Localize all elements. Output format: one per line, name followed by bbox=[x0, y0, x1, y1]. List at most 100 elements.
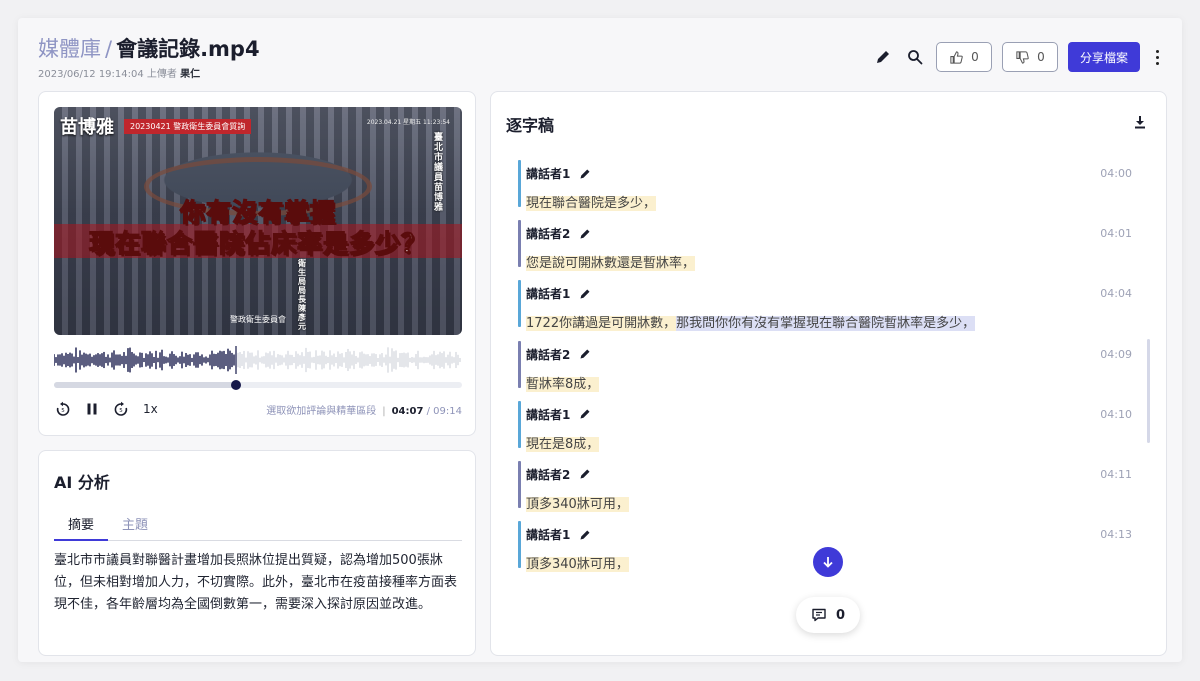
edit-speaker-icon[interactable] bbox=[579, 529, 591, 541]
edit-speaker-icon[interactable] bbox=[579, 288, 591, 300]
segment-header: 講話者2 bbox=[526, 466, 591, 483]
segment-text[interactable]: 頂多340牀可用， bbox=[526, 493, 629, 512]
thumbs-up-icon bbox=[950, 50, 963, 64]
segment-header: 講話者1 bbox=[526, 526, 591, 543]
transcript-segment[interactable]: 講話者1 04:00 現在聯合醫院是多少， bbox=[518, 152, 1132, 212]
edit-speaker-icon[interactable] bbox=[579, 408, 591, 420]
arrow-down-icon bbox=[823, 557, 833, 568]
segment-text-active: 那我問你你有沒有掌握現在聯合醫院暫牀率是多少， bbox=[676, 316, 976, 332]
segment-time[interactable]: 04:13 bbox=[1100, 528, 1132, 541]
segment-text-main: 頂多340牀可用， bbox=[526, 496, 629, 512]
video-badge: 苗博雅 bbox=[60, 117, 114, 138]
transcript-panel: 逐字稿 講話者1 04:00 現在聯合醫院是多少， 講話者2 04:01 您是說… bbox=[490, 91, 1167, 656]
segment-header: 講話者2 bbox=[526, 225, 591, 242]
speaker-name[interactable]: 講話者2 bbox=[526, 346, 570, 363]
breadcrumb-media-library[interactable]: 媒體庫 bbox=[38, 37, 101, 61]
svg-text:5: 5 bbox=[119, 408, 123, 414]
like-button[interactable]: 0 bbox=[935, 42, 992, 72]
segment-text-main: 1722你講過是可開牀數， bbox=[526, 316, 677, 332]
time-divider: | bbox=[382, 405, 386, 417]
segment-text-main: 現在聯合醫院是多少， bbox=[526, 196, 657, 211]
uploader-name: 果仁 bbox=[180, 69, 201, 80]
upload-time: 2023/06/12 19:14:04 bbox=[38, 69, 144, 80]
dislike-count: 0 bbox=[1037, 50, 1045, 64]
segment-text-main: 您是說可開牀數還是暫牀率， bbox=[526, 256, 696, 272]
svg-text:5: 5 bbox=[61, 408, 65, 414]
segment-time[interactable]: 04:09 bbox=[1100, 348, 1132, 361]
tab-summary[interactable]: 摘要 bbox=[54, 515, 109, 541]
video-footer: 警政衛生委員會 bbox=[230, 315, 286, 324]
segment-header: 講話者2 bbox=[526, 346, 591, 363]
file-name: 會議記錄.mp4 bbox=[116, 37, 260, 61]
video-caption-line2: 現在聯合醫院佔床率是多少？ bbox=[88, 228, 427, 258]
upload-meta: 2023/06/12 19:14:04 上傳者 果仁 bbox=[38, 65, 200, 80]
segment-text[interactable]: 暫牀率8成， bbox=[526, 373, 600, 392]
seek-handle[interactable] bbox=[230, 380, 241, 390]
segment-text[interactable]: 現在聯合醫院是多少， bbox=[526, 192, 657, 211]
player-controls: 5 5 1x 選取欲加評論與精華區段 | 04:07 / 09:14 bbox=[54, 398, 462, 420]
segment-text[interactable]: 現在是8成， bbox=[526, 433, 600, 452]
forward-icon[interactable]: 5 bbox=[112, 400, 130, 418]
transcript-segment[interactable]: 講話者2 04:11 頂多340牀可用， bbox=[518, 453, 1132, 513]
edit-speaker-icon[interactable] bbox=[579, 468, 591, 480]
segment-text[interactable]: 您是說可開牀數還是暫牀率， bbox=[526, 252, 696, 272]
search-icon[interactable] bbox=[904, 46, 926, 68]
pencil-icon[interactable] bbox=[872, 46, 894, 68]
segment-header: 講話者1 bbox=[526, 285, 591, 302]
transcript-list: 講話者1 04:00 現在聯合醫院是多少， 講話者2 04:01 您是說可開牀數… bbox=[518, 152, 1132, 582]
segment-time[interactable]: 04:11 bbox=[1100, 468, 1132, 481]
rewind-icon[interactable]: 5 bbox=[54, 400, 72, 418]
time-readout: 選取欲加評論與精華區段 | 04:07 / 09:14 bbox=[266, 402, 462, 417]
scroll-to-current-button[interactable] bbox=[813, 547, 843, 577]
speaker-name[interactable]: 講話者1 bbox=[526, 526, 570, 543]
audio-waveform[interactable] bbox=[54, 346, 462, 374]
speaker-name[interactable]: 講話者2 bbox=[526, 225, 570, 242]
segment-time[interactable]: 04:10 bbox=[1100, 408, 1132, 421]
tab-topics[interactable]: 主題 bbox=[108, 515, 162, 541]
thumbs-down-icon bbox=[1016, 50, 1029, 64]
transcript-segment[interactable]: 講話者1 04:10 現在是8成， bbox=[518, 393, 1132, 453]
like-count: 0 bbox=[971, 50, 979, 64]
speaker-name[interactable]: 講話者2 bbox=[526, 466, 570, 483]
select-segment-hint[interactable]: 選取欲加評論與精華區段 bbox=[266, 406, 376, 417]
edit-speaker-icon[interactable] bbox=[579, 228, 591, 240]
current-time: 04:07 bbox=[391, 405, 424, 417]
dislike-button[interactable]: 0 bbox=[1001, 42, 1058, 72]
page-title: 媒體庫 / 會議記錄.mp4 bbox=[38, 33, 260, 63]
edit-speaker-icon[interactable] bbox=[579, 168, 591, 180]
edit-speaker-icon[interactable] bbox=[579, 348, 591, 360]
speaker-name[interactable]: 講話者1 bbox=[526, 165, 570, 182]
app-window: 媒體庫 / 會議記錄.mp4 2023/06/12 19:14:04 上傳者 果仁 … bbox=[18, 18, 1182, 662]
ai-summary-text: 臺北市市議員對聯醫計畫增加長照牀位提出質疑，認為增加500張牀位，但未相對增加人… bbox=[54, 553, 458, 612]
transcript-segment[interactable]: 講話者2 04:09 暫牀率8成， bbox=[518, 333, 1132, 393]
ai-analysis-panel: AI 分析 摘要 主題 臺北市市議員對聯醫計畫增加長照牀位提出質疑，認為增加50… bbox=[38, 450, 476, 656]
video-frame[interactable]: 苗博雅 20230421 警政衛生委員會質詢 2023.04.21 星期五 11… bbox=[54, 107, 462, 335]
comments-button[interactable]: 0 bbox=[796, 597, 860, 633]
transcript-segment[interactable]: 講話者1 04:04 1722你講過是可開牀數，那我問你你有沒有掌握現在聯合醫院… bbox=[518, 272, 1132, 332]
segment-time[interactable]: 04:00 bbox=[1100, 167, 1132, 180]
segment-text-main: 現在是8成， bbox=[526, 436, 600, 452]
media-player: 苗博雅 20230421 警政衛生委員會質詢 2023.04.21 星期五 11… bbox=[38, 91, 476, 436]
segment-header: 講話者1 bbox=[526, 406, 591, 423]
video-date: 2023.04.21 星期五 11:23:54 bbox=[366, 119, 450, 126]
ai-analysis-title: AI 分析 bbox=[54, 473, 110, 492]
segment-text[interactable]: 1722你講過是可開牀數，那我問你你有沒有掌握現在聯合醫院暫牀率是多少， bbox=[526, 312, 976, 332]
segment-time[interactable]: 04:04 bbox=[1100, 287, 1132, 300]
seek-bar[interactable] bbox=[54, 380, 462, 390]
download-icon[interactable] bbox=[1132, 114, 1148, 130]
transcript-scrollbar[interactable] bbox=[1147, 339, 1150, 443]
segment-text[interactable]: 頂多340牀可用， bbox=[526, 553, 629, 573]
speaker-name[interactable]: 講話者1 bbox=[526, 285, 570, 302]
pause-icon[interactable] bbox=[83, 400, 101, 418]
comment-count: 0 bbox=[835, 607, 846, 623]
speaker-name[interactable]: 講話者1 bbox=[526, 406, 570, 423]
segment-header: 講話者1 bbox=[526, 165, 591, 182]
comment-icon bbox=[812, 608, 826, 622]
more-icon[interactable] bbox=[1150, 49, 1164, 65]
segment-time[interactable]: 04:01 bbox=[1100, 227, 1132, 240]
playback-speed[interactable]: 1x bbox=[143, 402, 158, 416]
video-tag: 20230421 警政衛生委員會質詢 bbox=[124, 119, 252, 134]
share-file-button[interactable]: 分享檔案 bbox=[1067, 42, 1140, 72]
ai-tabs: 摘要 主題 bbox=[54, 515, 462, 541]
transcript-segment[interactable]: 講話者2 04:01 您是說可開牀數還是暫牀率， bbox=[518, 212, 1132, 272]
